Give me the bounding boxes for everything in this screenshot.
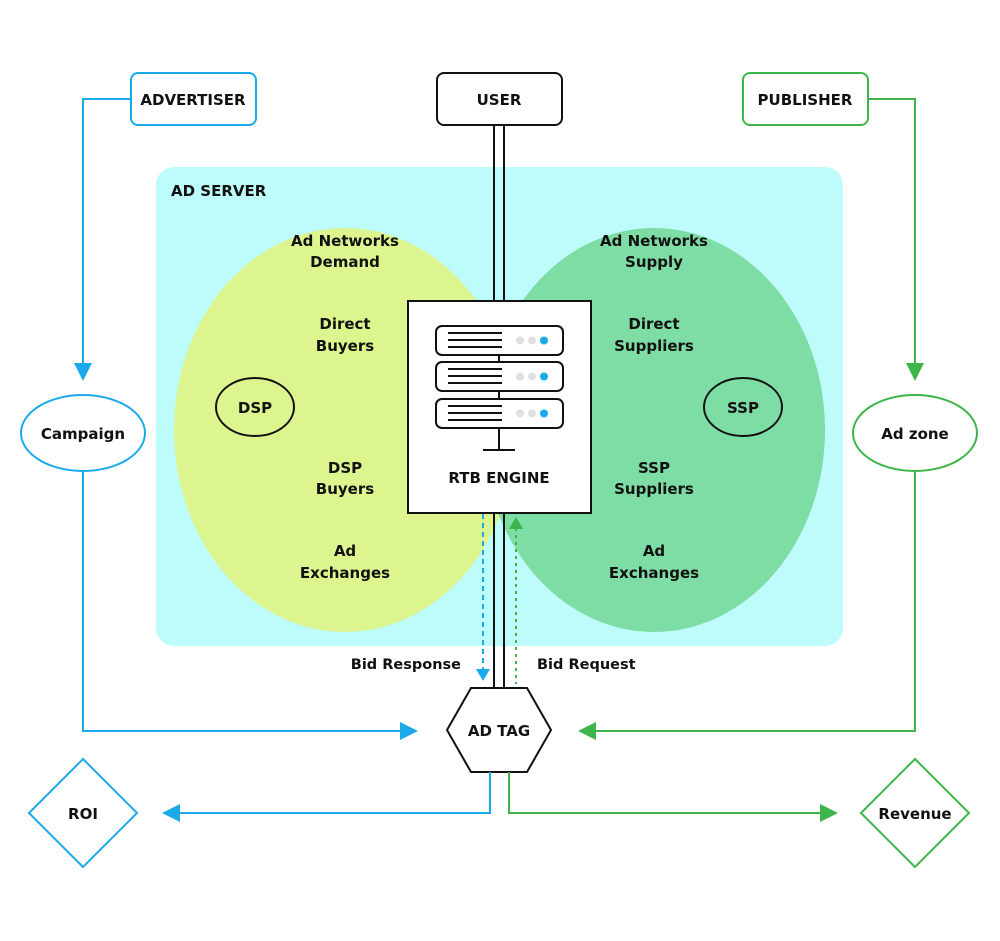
svg-text:Revenue: Revenue xyxy=(878,805,951,823)
svg-text:USER: USER xyxy=(477,91,522,109)
svg-text:ADVERTISER: ADVERTISER xyxy=(140,91,246,109)
adtag-to-revenue-arrow xyxy=(508,772,838,822)
svg-text:Ad zone: Ad zone xyxy=(881,425,948,443)
user-node[interactable]: USER xyxy=(436,72,563,126)
svg-text:SSP: SSP xyxy=(638,459,670,477)
svg-text:SSP: SSP xyxy=(727,399,759,417)
ad-tech-diagram: AD SERVER Ad Networks Demand Direct Buye… xyxy=(20,72,978,869)
publisher-to-adzone-arrow xyxy=(868,98,924,381)
bid-response-label: Bid Response xyxy=(351,657,461,673)
ad-zone-node[interactable]: Ad zone xyxy=(852,394,978,472)
rtb-engine-box[interactable]: RTB ENGINE xyxy=(407,300,592,514)
svg-text:Campaign: Campaign xyxy=(41,425,125,443)
svg-text:Ad: Ad xyxy=(643,542,665,560)
publisher-node[interactable]: PUBLISHER xyxy=(742,72,869,126)
svg-text:PUBLISHER: PUBLISHER xyxy=(758,91,853,109)
advertiser-to-campaign-arrow xyxy=(74,98,131,381)
svg-text:ROI: ROI xyxy=(68,805,98,823)
svg-text:Ad: Ad xyxy=(334,542,356,560)
svg-text:Direct: Direct xyxy=(319,315,370,333)
roi-node[interactable]: ROI xyxy=(27,757,139,869)
bid-request-label: Bid Request xyxy=(537,657,636,673)
svg-text:AD TAG: AD TAG xyxy=(468,722,530,740)
server-unit-1 xyxy=(435,325,564,356)
svg-text:Suppliers: Suppliers xyxy=(614,337,694,355)
revenue-node[interactable]: Revenue xyxy=(859,757,971,869)
svg-text:Demand: Demand xyxy=(310,253,380,271)
ad-server-title: AD SERVER xyxy=(171,182,267,200)
adtag-to-roi-arrow xyxy=(162,772,491,822)
svg-text:Suppliers: Suppliers xyxy=(614,480,694,498)
svg-text:DSP: DSP xyxy=(328,459,362,477)
campaign-node[interactable]: Campaign xyxy=(20,394,146,472)
svg-text:Exchanges: Exchanges xyxy=(609,564,699,582)
svg-text:Buyers: Buyers xyxy=(316,480,374,498)
advertiser-node[interactable]: ADVERTISER xyxy=(130,72,257,126)
svg-text:Ad Networks: Ad Networks xyxy=(600,232,708,250)
svg-text:Buyers: Buyers xyxy=(316,337,374,355)
server-unit-3 xyxy=(435,398,564,429)
server-unit-2 xyxy=(435,361,564,392)
svg-text:Exchanges: Exchanges xyxy=(300,564,390,582)
svg-text:DSP: DSP xyxy=(238,399,272,417)
svg-text:Ad Networks: Ad Networks xyxy=(291,232,399,250)
rtb-engine-label: RTB ENGINE xyxy=(448,469,549,487)
svg-text:Direct: Direct xyxy=(628,315,679,333)
svg-text:Supply: Supply xyxy=(625,253,683,271)
ad-tag-node[interactable]: AD TAG xyxy=(445,687,553,773)
